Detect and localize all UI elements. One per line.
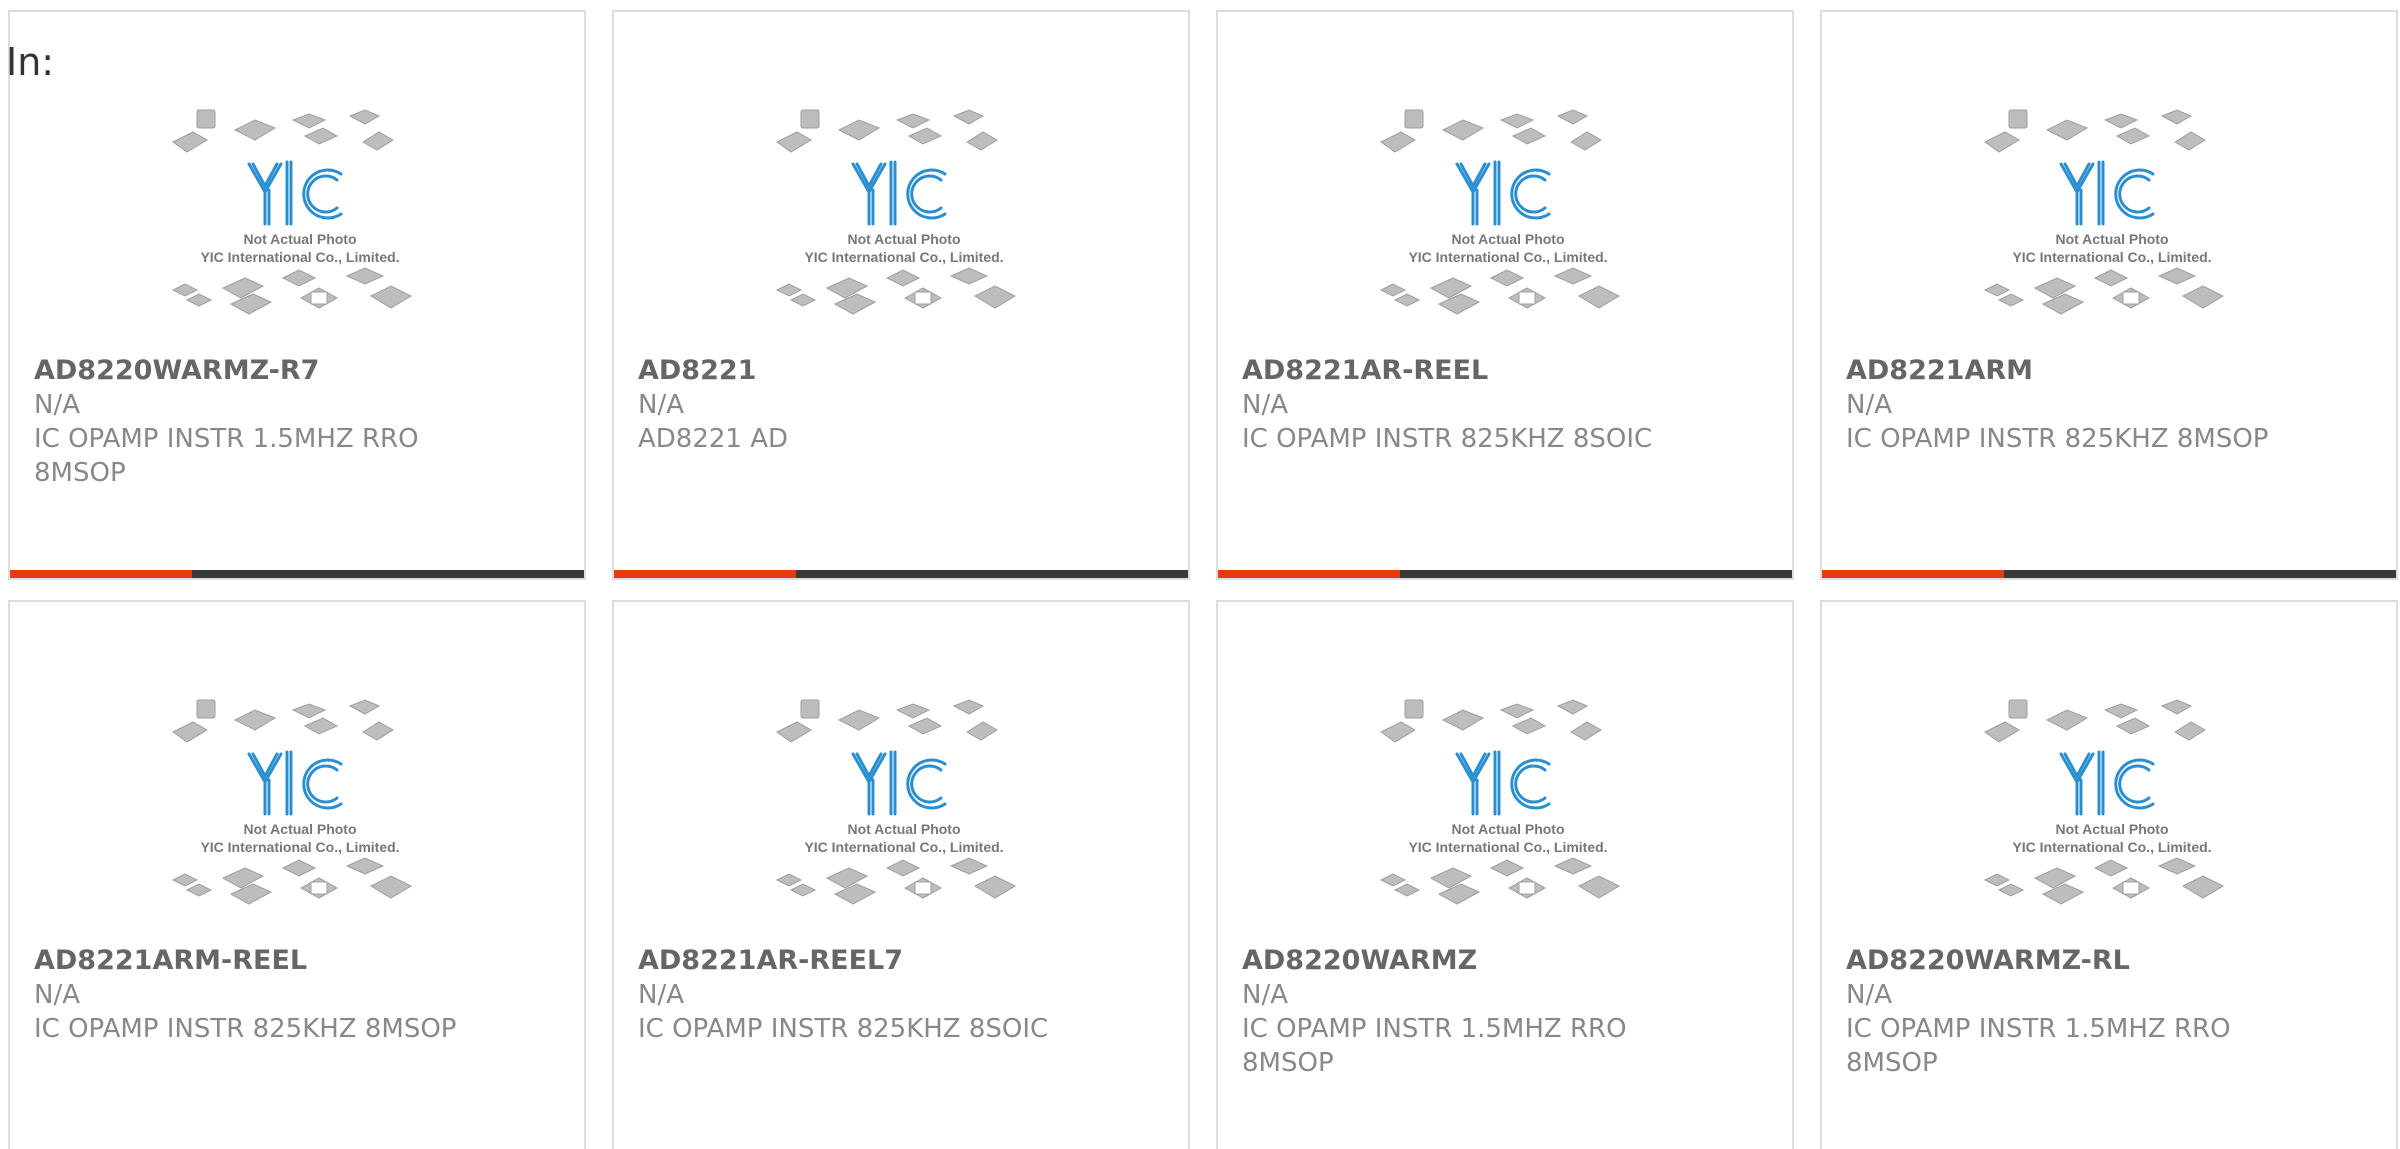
- part-description: IC OPAMP INSTR 825KHZ 8MSOP: [34, 1014, 457, 1044]
- chip-icons-bottom: [1379, 857, 1621, 905]
- chip-icons-bottom: [1983, 857, 2225, 905]
- in-label: In:: [6, 40, 55, 84]
- part-number-link[interactable]: AD8221AR-REEL7: [638, 944, 1118, 978]
- chip-icons-top: [1380, 109, 1602, 153]
- yic-logo: [851, 750, 947, 816]
- chip-icons-top: [776, 109, 998, 153]
- not-actual-photo-image: Not Actual Photo YIC International Co., …: [1379, 109, 1621, 315]
- part-description: IC OPAMP INSTR 1.5MHZ RRO 8MSOP: [34, 424, 419, 488]
- product-card-3[interactable]: Not Actual Photo YIC International Co., …: [1216, 10, 1794, 580]
- not-actual-photo-image: Not Actual Photo YIC International Co., …: [1379, 699, 1621, 905]
- photo-caption-line2: YIC International Co., Limited.: [2012, 839, 2211, 855]
- part-number-link[interactable]: AD8220WARMZ-RL: [1846, 944, 2326, 978]
- part-manufacturer: N/A: [638, 980, 684, 1010]
- product-card-text: AD8221AR-REEL N/A IC OPAMP INSTR 825KHZ …: [1242, 354, 1722, 456]
- photo-caption-line2: YIC International Co., Limited.: [2012, 249, 2211, 265]
- chip-icons-bottom: [775, 857, 1017, 905]
- part-number-link[interactable]: AD8221AR-REEL: [1242, 354, 1722, 388]
- photo-caption-line1: Not Actual Photo: [847, 231, 960, 247]
- part-manufacturer: N/A: [1242, 390, 1288, 420]
- chip-icons-top: [1984, 699, 2206, 743]
- part-description: IC OPAMP INSTR 825KHZ 8MSOP: [1846, 424, 2269, 454]
- chip-icons-top: [776, 699, 998, 743]
- chip-icons-bottom: [775, 267, 1017, 315]
- card-bottom-bar: [1218, 570, 1792, 578]
- product-card-5[interactable]: Not Actual Photo YIC International Co., …: [8, 600, 586, 1149]
- card-accent-bar: [10, 570, 192, 578]
- chip-icons-bottom: [1983, 267, 2225, 315]
- chip-icons-top: [172, 109, 394, 153]
- yic-logo: [247, 750, 343, 816]
- card-bottom-bar: [1822, 570, 2396, 578]
- photo-caption-line1: Not Actual Photo: [2055, 231, 2168, 247]
- product-card-text: AD8220WARMZ-R7 N/A IC OPAMP INSTR 1.5MHZ…: [34, 354, 514, 490]
- product-card-2[interactable]: Not Actual Photo YIC International Co., …: [612, 10, 1190, 580]
- yic-logo: [2059, 750, 2155, 816]
- photo-caption-line1: Not Actual Photo: [1451, 821, 1564, 837]
- product-card-text: AD8221 N/A AD8221 AD: [638, 354, 1118, 456]
- part-manufacturer: N/A: [1846, 980, 1892, 1010]
- photo-caption-line2: YIC International Co., Limited.: [200, 249, 399, 265]
- not-actual-photo-image: Not Actual Photo YIC International Co., …: [775, 109, 1017, 315]
- chip-icons-bottom: [171, 857, 413, 905]
- card-accent-bar: [614, 570, 796, 578]
- card-bottom-bar: [614, 570, 1188, 578]
- not-actual-photo-image: Not Actual Photo YIC International Co., …: [775, 699, 1017, 905]
- part-description: IC OPAMP INSTR 825KHZ 8SOIC: [638, 1014, 1049, 1044]
- yic-logo: [851, 160, 947, 226]
- part-description: IC OPAMP INSTR 1.5MHZ RRO 8MSOP: [1846, 1014, 2231, 1078]
- photo-caption-line2: YIC International Co., Limited.: [1408, 249, 1607, 265]
- chip-icons-top: [172, 699, 394, 743]
- part-manufacturer: N/A: [1242, 980, 1288, 1010]
- part-number-link[interactable]: AD8221ARM: [1846, 354, 2326, 388]
- photo-caption-line1: Not Actual Photo: [2055, 821, 2168, 837]
- photo-caption-line2: YIC International Co., Limited.: [804, 249, 1003, 265]
- product-card-6[interactable]: Not Actual Photo YIC International Co., …: [612, 600, 1190, 1149]
- part-manufacturer: N/A: [34, 390, 80, 420]
- product-card-text: AD8220WARMZ-RL N/A IC OPAMP INSTR 1.5MHZ…: [1846, 944, 2326, 1080]
- part-manufacturer: N/A: [1846, 390, 1892, 420]
- chip-icons-bottom: [171, 267, 413, 315]
- yic-logo: [247, 160, 343, 226]
- product-card-text: AD8221ARM-REEL N/A IC OPAMP INSTR 825KHZ…: [34, 944, 514, 1046]
- not-actual-photo-image: Not Actual Photo YIC International Co., …: [171, 109, 413, 315]
- photo-caption-line2: YIC International Co., Limited.: [200, 839, 399, 855]
- product-card-text: AD8220WARMZ N/A IC OPAMP INSTR 1.5MHZ RR…: [1242, 944, 1722, 1080]
- product-grid-page: In: Not Actual Photo YIC International C…: [0, 0, 2400, 1149]
- chip-icons-bottom: [1379, 267, 1621, 315]
- photo-caption-line1: Not Actual Photo: [243, 821, 356, 837]
- part-number-link[interactable]: AD8220WARMZ: [1242, 944, 1722, 978]
- product-card-7[interactable]: Not Actual Photo YIC International Co., …: [1216, 600, 1794, 1149]
- yic-logo: [1455, 160, 1551, 226]
- yic-logo: [2059, 160, 2155, 226]
- photo-caption-line2: YIC International Co., Limited.: [804, 839, 1003, 855]
- not-actual-photo-image: Not Actual Photo YIC International Co., …: [1983, 699, 2225, 905]
- photo-caption-line1: Not Actual Photo: [243, 231, 356, 247]
- not-actual-photo-image: Not Actual Photo YIC International Co., …: [1983, 109, 2225, 315]
- part-number-link[interactable]: AD8220WARMZ-R7: [34, 354, 514, 388]
- part-number-link[interactable]: AD8221: [638, 354, 1118, 388]
- card-accent-bar: [1218, 570, 1400, 578]
- yic-logo: [1455, 750, 1551, 816]
- part-description: IC OPAMP INSTR 825KHZ 8SOIC: [1242, 424, 1653, 454]
- photo-caption-line1: Not Actual Photo: [847, 821, 960, 837]
- photo-caption-line2: YIC International Co., Limited.: [1408, 839, 1607, 855]
- product-card-1[interactable]: Not Actual Photo YIC International Co., …: [8, 10, 586, 580]
- part-manufacturer: N/A: [638, 390, 684, 420]
- product-card-text: AD8221AR-REEL7 N/A IC OPAMP INSTR 825KHZ…: [638, 944, 1118, 1046]
- part-description: AD8221 AD: [638, 424, 789, 454]
- chip-icons-top: [1380, 699, 1602, 743]
- not-actual-photo-image: Not Actual Photo YIC International Co., …: [171, 699, 413, 905]
- part-number-link[interactable]: AD8221ARM-REEL: [34, 944, 514, 978]
- photo-caption-line1: Not Actual Photo: [1451, 231, 1564, 247]
- product-card-text: AD8221ARM N/A IC OPAMP INSTR 825KHZ 8MSO…: [1846, 354, 2326, 456]
- card-accent-bar: [1822, 570, 2004, 578]
- part-description: IC OPAMP INSTR 1.5MHZ RRO 8MSOP: [1242, 1014, 1627, 1078]
- product-card-4[interactable]: Not Actual Photo YIC International Co., …: [1820, 10, 2398, 580]
- card-bottom-bar: [10, 570, 584, 578]
- chip-icons-top: [1984, 109, 2206, 153]
- product-card-8[interactable]: Not Actual Photo YIC International Co., …: [1820, 600, 2398, 1149]
- part-manufacturer: N/A: [34, 980, 80, 1010]
